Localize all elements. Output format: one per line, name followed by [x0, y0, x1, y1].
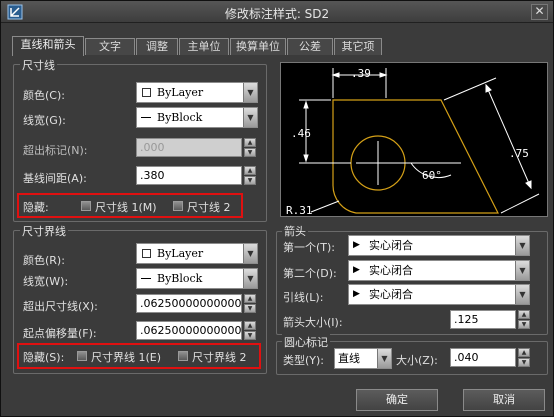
dim-lineweight-label: 线宽(G):	[23, 114, 66, 127]
dropdown-arrow-icon[interactable]: ▼	[243, 83, 257, 102]
spin-up-icon[interactable]: ▲	[518, 348, 530, 357]
arrow-first-label: 第一个(T):	[283, 241, 336, 254]
dim-line-legend: 尺寸线	[20, 57, 57, 73]
tab-lines-arrows[interactable]: 直线和箭头	[12, 36, 84, 56]
ok-button[interactable]: 确定	[356, 389, 438, 411]
dim-baseline-label: 基线间距(A):	[23, 172, 87, 185]
spin-up-icon[interactable]: ▲	[244, 166, 256, 175]
preview-drawing: .39 .46 .75 60° R.31	[286, 67, 540, 217]
cancel-button[interactable]: 取消	[463, 389, 545, 411]
dim-suppress1-label: 尺寸线 1(M)	[95, 201, 157, 214]
dim-extend-spinner[interactable]: ▲ ▼	[244, 138, 256, 157]
arrow-size-label: 箭头大小(I):	[283, 316, 343, 329]
spin-down-icon[interactable]: ▼	[244, 304, 256, 313]
dim-suppress1-checkbox[interactable]	[81, 201, 91, 211]
line-sample-icon	[141, 278, 151, 279]
ext-lineweight-label: 线宽(W):	[23, 275, 69, 288]
preview-part-outline	[332, 99, 499, 214]
preview-angle: 60°	[422, 169, 442, 182]
dim-baseline-input[interactable]: .380	[136, 166, 242, 185]
dropdown-arrow-icon[interactable]: ▼	[243, 108, 257, 127]
dropdown-arrow-icon[interactable]: ▼	[515, 261, 529, 280]
spin-up-icon[interactable]: ▲	[518, 310, 530, 319]
dim-suppress-label: 隐藏:	[23, 201, 49, 214]
spin-down-icon[interactable]: ▼	[518, 358, 530, 367]
arrow-leader-select[interactable]: ▶ 实心闭合 ▼	[348, 284, 530, 305]
ext-color-select[interactable]: ByLayer ▼	[136, 243, 258, 264]
close-button[interactable]: ✕	[531, 4, 548, 20]
ext-extend-label: 超出尺寸线(X):	[23, 300, 98, 313]
dropdown-arrow-icon[interactable]: ▼	[243, 244, 257, 263]
arrow-second-label: 第二个(D):	[283, 267, 337, 280]
spin-down-icon[interactable]: ▼	[244, 331, 256, 340]
tab-text[interactable]: 文字	[85, 38, 135, 55]
tab-tolerances[interactable]: 公差	[287, 38, 333, 55]
dropdown-arrow-icon[interactable]: ▼	[515, 285, 529, 304]
ext-suppress-label: 隐藏(S):	[23, 351, 65, 364]
arrow-solid-icon: ▶	[353, 289, 360, 299]
spin-up-icon[interactable]: ▲	[244, 294, 256, 303]
center-mark-legend: 圆心标记	[282, 334, 330, 350]
arrow-solid-icon: ▶	[353, 265, 360, 275]
preview-radius: R.31	[286, 204, 313, 216]
arrow-first-select[interactable]: ▶ 实心闭合 ▼	[348, 235, 530, 256]
ext-extend-input[interactable]: .062500000000000	[136, 294, 242, 313]
dropdown-arrow-icon[interactable]: ▼	[243, 269, 257, 288]
color-swatch-icon	[142, 88, 151, 97]
dim-baseline-spinner[interactable]: ▲ ▼	[244, 166, 256, 185]
spin-down-icon[interactable]: ▼	[244, 148, 256, 157]
ext-suppress1-checkbox[interactable]	[77, 351, 87, 361]
dropdown-arrow-icon[interactable]: ▼	[515, 236, 529, 255]
arrow-solid-icon: ▶	[353, 240, 360, 250]
ext-suppress2-checkbox[interactable]	[178, 351, 188, 361]
preview-canvas: .39 .46 .75 60° R.31	[280, 62, 548, 217]
ext-color-label: 颜色(R):	[23, 254, 65, 267]
tab-primary-units[interactable]: 主单位	[179, 38, 229, 55]
ext-extend-spinner[interactable]: ▲ ▼	[244, 294, 256, 313]
preview-dimensions	[299, 68, 540, 214]
dim-lineweight-select[interactable]: ByBlock ▼	[136, 107, 258, 128]
dim-extend-input[interactable]: .000	[136, 138, 242, 157]
preview-geometry	[332, 99, 499, 214]
ext-lineweight-select[interactable]: ByBlock ▼	[136, 268, 258, 289]
center-size-label: 大小(Z):	[396, 354, 438, 367]
spin-up-icon[interactable]: ▲	[244, 138, 256, 147]
spin-down-icon[interactable]: ▼	[244, 176, 256, 185]
tab-alternate-units[interactable]: 换算单位	[230, 38, 286, 55]
color-swatch-icon	[142, 249, 151, 258]
arrow-leader-label: 引线(L):	[283, 291, 324, 304]
dimension-style-dialog: 修改标注样式: SD2 ✕ 直线和箭头 文字 调整 主单位 换算单位 公差 其它…	[0, 0, 554, 417]
ext-line-legend: 尺寸界线	[20, 223, 68, 239]
arrowheads-legend: 箭头	[282, 223, 308, 239]
dim-suppress2-label: 尺寸线 2	[187, 201, 231, 214]
spin-up-icon[interactable]: ▲	[244, 321, 256, 330]
tab-fit[interactable]: 调整	[136, 38, 178, 55]
dim-extend-label: 超出标记(N):	[23, 144, 88, 157]
preview-dim-right: .75	[509, 147, 529, 160]
arrow-size-input[interactable]: .125	[450, 310, 516, 329]
line-sample-icon	[141, 117, 151, 118]
ext-suppress1-label: 尺寸界线 1(E)	[91, 351, 162, 364]
ext-offset-label: 起点偏移量(F):	[23, 327, 97, 340]
ext-offset-spinner[interactable]: ▲ ▼	[244, 321, 256, 340]
center-type-select[interactable]: 直线 ▼	[334, 348, 392, 369]
center-size-spinner[interactable]: ▲ ▼	[518, 348, 530, 367]
dim-color-label: 颜色(C):	[23, 89, 65, 102]
dropdown-arrow-icon[interactable]: ▼	[377, 349, 391, 368]
ext-suppress2-label: 尺寸界线 2	[192, 351, 247, 364]
window-title: 修改标注样式: SD2	[224, 7, 330, 21]
preview-dim-top: .39	[351, 67, 371, 80]
tab-other[interactable]: 其它项	[334, 38, 382, 55]
dim-suppress2-checkbox[interactable]	[173, 201, 183, 211]
dim-color-select[interactable]: ByLayer ▼	[136, 82, 258, 103]
spin-down-icon[interactable]: ▼	[518, 320, 530, 329]
center-size-input[interactable]: .040	[450, 348, 516, 367]
ext-offset-input[interactable]: .062500000000000	[136, 321, 242, 340]
center-type-label: 类型(Y):	[283, 354, 325, 367]
arrow-size-spinner[interactable]: ▲ ▼	[518, 310, 530, 329]
arrow-second-select[interactable]: ▶ 实心闭合 ▼	[348, 260, 530, 281]
title-bar[interactable]: 修改标注样式: SD2 ✕	[1, 1, 553, 23]
preview-dim-left: .46	[291, 127, 311, 140]
